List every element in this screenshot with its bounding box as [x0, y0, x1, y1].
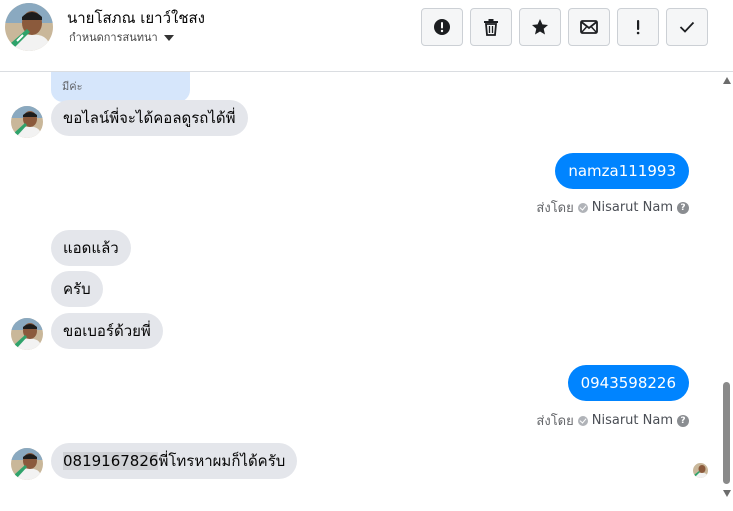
manage-conversation-dropdown[interactable]: กำหนดการสนทนา [69, 28, 174, 46]
scroll-up-arrow-icon[interactable] [723, 77, 731, 84]
contact-name[interactable]: นายโสภณ เยาว์ใชสง [67, 6, 205, 30]
contact-avatar[interactable] [5, 3, 53, 51]
verified-check-icon [577, 415, 588, 426]
report-button[interactable] [421, 8, 463, 46]
verified-check-icon [577, 202, 588, 213]
message-bubble-incoming[interactable]: ขอไลน์พี่จะได้คอลดูรถได้พี่ [51, 100, 248, 136]
help-icon[interactable]: ? [677, 414, 689, 427]
manage-conversation-label: กำหนดการสนทนา [69, 31, 158, 44]
message-bubble-incoming[interactable]: แอดแล้ว [51, 230, 131, 266]
envelope-icon [580, 20, 598, 34]
message-text-partial: มีค่ะ [62, 80, 83, 93]
caret-down-icon [163, 34, 174, 41]
exclamation-circle-icon [434, 19, 450, 35]
done-button[interactable] [666, 8, 708, 46]
avatar[interactable] [11, 318, 43, 350]
seen-avatar [693, 463, 708, 478]
star-button[interactable] [519, 8, 561, 46]
help-icon[interactable]: ? [677, 201, 689, 214]
sender-name: Nisarut Nam [591, 413, 673, 428]
sent-by-line: ส่งโดย Nisarut Nam ? [536, 410, 689, 431]
message-bubble-incoming[interactable]: 0819167826พี่โทรหาผมก็ได้ครับ [51, 443, 298, 479]
chat-scrollbar[interactable] [720, 72, 733, 511]
phone-number-link[interactable]: 0819167826 [63, 452, 159, 470]
message-thread[interactable]: มีค่ะ ขอไลน์พี่จะได้คอลดูรถได้พี่ namza1… [0, 72, 720, 511]
sender-name: Nisarut Nam [591, 200, 673, 215]
important-button[interactable] [617, 8, 659, 46]
avatar[interactable] [11, 106, 43, 138]
message-text: พี่โทรหาผมก็ได้ครับ [158, 452, 286, 470]
check-icon [679, 21, 695, 33]
exclamation-icon [636, 20, 640, 35]
unread-button[interactable] [568, 8, 610, 46]
message-bubble-incoming[interactable]: ขอเบอร์ด้วยพี่ [51, 313, 163, 349]
message-bubble-incoming[interactable]: ครับ [51, 271, 103, 307]
message-bubble-outgoing[interactable]: namza111993 [555, 153, 689, 189]
avatar[interactable] [11, 448, 43, 480]
delete-button[interactable] [470, 8, 512, 46]
conversation-toolbar [421, 8, 708, 46]
trash-icon [484, 19, 498, 36]
sent-by-line: ส่งโดย Nisarut Nam ? [536, 197, 689, 218]
scrollbar-thumb[interactable] [723, 382, 730, 484]
sent-by-label: ส่งโดย [536, 414, 574, 429]
sent-by-label: ส่งโดย [536, 201, 574, 216]
scroll-down-arrow-icon[interactable] [723, 490, 731, 497]
star-icon [532, 19, 548, 35]
conversation-header: นายโสภณ เยาว์ใชสง กำหนดการสนทนา [0, 0, 733, 72]
message-bubble-outgoing[interactable]: 0943598226 [567, 365, 689, 401]
